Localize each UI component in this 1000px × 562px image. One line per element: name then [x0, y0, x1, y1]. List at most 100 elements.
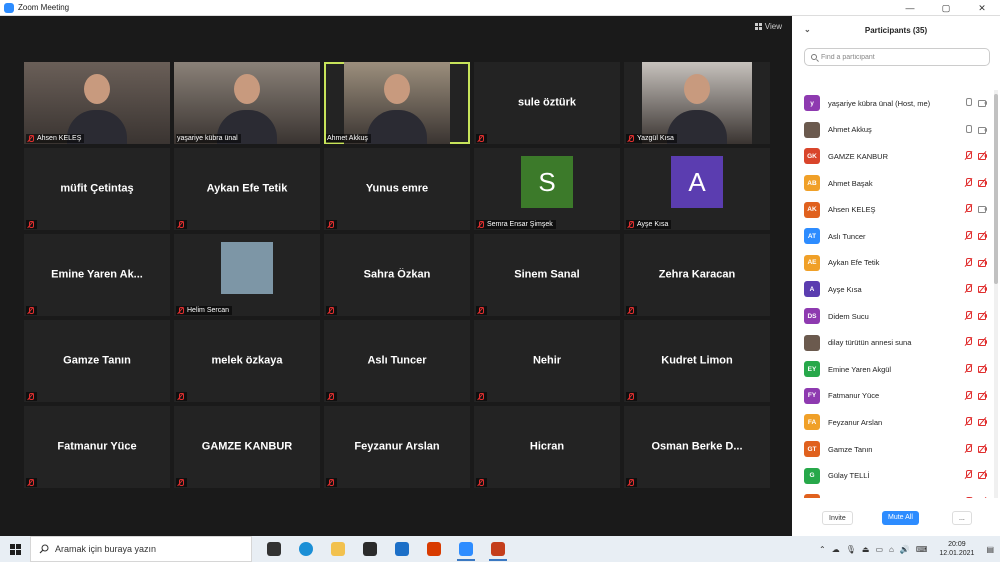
taskbar-app-store[interactable] — [358, 537, 382, 561]
video-tile[interactable]: Gamze Tanın — [24, 320, 170, 402]
language-icon[interactable]: ⌨ — [916, 545, 928, 554]
mic-muted-icon[interactable] — [964, 443, 972, 453]
video-off-icon[interactable] — [978, 417, 988, 427]
mic-muted-icon[interactable] — [964, 496, 972, 498]
video-tile[interactable]: Nehir — [474, 320, 620, 402]
mic-muted-icon[interactable] — [964, 310, 972, 320]
video-tile[interactable]: Ahmet Akkuş — [324, 62, 470, 144]
video-tile[interactable]: Yunus emre — [324, 148, 470, 230]
usb-icon[interactable]: ⏏ — [862, 545, 870, 554]
participant-row[interactable]: GT Gamze Tanın — [792, 436, 992, 463]
video-tile[interactable]: Aslı Tuncer — [324, 320, 470, 402]
taskbar-app-file-explorer[interactable] — [326, 537, 350, 561]
microphone-icon[interactable]: 🎙 — [846, 545, 856, 554]
video-tile[interactable]: Sinem Sanal — [474, 234, 620, 316]
mic-muted-icon[interactable] — [964, 470, 972, 479]
video-tile[interactable]: Fatmanur Yüce — [24, 406, 170, 488]
participant-row[interactable]: G Gülay TELLİ — [792, 462, 992, 489]
mic-muted-icon[interactable] — [964, 363, 972, 373]
volume-icon[interactable]: 🔊 — [900, 545, 910, 554]
taskbar-app-edge[interactable] — [294, 537, 318, 561]
video-off-icon[interactable] — [978, 310, 988, 320]
video-tile[interactable]: Yazgül Kısa — [624, 62, 770, 144]
close-button[interactable]: ✕ — [964, 0, 1000, 16]
video-off-icon[interactable] — [978, 257, 988, 267]
video-off-icon[interactable] — [978, 230, 988, 241]
network-icon[interactable]: ⌂ — [889, 545, 894, 554]
video-tile[interactable]: Osman Berke D... — [624, 406, 770, 488]
cloud-icon[interactable]: ☁ — [832, 545, 840, 554]
video-tile[interactable]: S Semra Ensar Şimşek — [474, 148, 620, 230]
participant-row[interactable]: y yaşariye kübra ünal (Host, me) — [792, 90, 992, 117]
participant-row[interactable]: AT Aslı Tuncer — [792, 223, 992, 250]
mic-muted-icon[interactable] — [964, 204, 972, 213]
collapse-chevron-icon[interactable]: ⌄ — [804, 25, 811, 34]
participant-scrollbar[interactable] — [994, 90, 998, 498]
video-tile[interactable]: Sahra Özkan — [324, 234, 470, 316]
participant-row[interactable]: DS Didem Sucu — [792, 303, 992, 330]
video-tile[interactable]: Feyzanur Arslan — [324, 406, 470, 488]
battery-icon[interactable]: ▭ — [875, 545, 883, 554]
video-off-icon[interactable] — [978, 496, 988, 498]
video-off-icon[interactable] — [978, 390, 988, 400]
video-off-icon[interactable] — [978, 151, 988, 161]
mic-muted-icon[interactable] — [964, 417, 972, 426]
video-off-icon[interactable] — [978, 337, 988, 347]
video-icon[interactable] — [978, 204, 988, 214]
video-icon[interactable] — [978, 125, 988, 134]
chevron-up-icon[interactable]: ⌃ — [819, 545, 826, 554]
mic-muted-icon[interactable] — [964, 151, 972, 160]
mic-muted-icon[interactable] — [964, 284, 972, 293]
mic-muted-icon[interactable] — [964, 390, 972, 400]
taskbar-app-mail[interactable] — [390, 537, 414, 561]
mute-all-button[interactable]: Mute All — [882, 511, 919, 525]
notification-icon[interactable]: ▤ — [986, 545, 994, 554]
participant-row[interactable]: AK Ahsen KELEŞ — [792, 196, 992, 223]
video-icon[interactable] — [978, 98, 988, 107]
taskbar-app-powerpoint[interactable] — [486, 537, 510, 561]
minimize-button[interactable]: — — [892, 0, 928, 16]
participant-row[interactable]: EY Emine Yaren Akgül — [792, 356, 992, 383]
view-button[interactable]: View — [754, 22, 782, 31]
video-off-icon[interactable] — [978, 443, 988, 453]
invite-button[interactable]: Invite — [822, 511, 853, 525]
participant-row[interactable]: FY Fatmanur Yüce — [792, 383, 992, 410]
taskbar-app-zoom[interactable] — [454, 537, 478, 561]
participant-row[interactable]: Ahmet Akkuş — [792, 117, 992, 144]
video-tile[interactable]: A Ayşe Kısa — [624, 148, 770, 230]
taskbar-app-office[interactable] — [422, 537, 446, 561]
video-off-icon[interactable] — [978, 284, 988, 294]
video-tile[interactable]: sule öztürk — [474, 62, 620, 144]
video-tile[interactable]: müfit Çetintaş — [24, 148, 170, 230]
mic-muted-icon[interactable] — [964, 230, 972, 240]
video-off-icon[interactable] — [978, 470, 988, 480]
video-tile[interactable]: Hicran — [474, 406, 620, 488]
participant-row[interactable]: dilay türütün annesi suna — [792, 329, 992, 356]
more-button[interactable]: ... — [952, 511, 972, 525]
video-tile[interactable]: Ahsen KELEŞ — [24, 62, 170, 144]
participant-row[interactable]: HBHazar Başkaya — [792, 489, 992, 498]
participant-search-input[interactable] — [821, 53, 971, 61]
participant-row[interactable]: AB Ahmet Başak — [792, 170, 992, 197]
start-button[interactable] — [0, 536, 30, 562]
taskbar-app-task-view[interactable] — [262, 537, 286, 561]
video-off-icon[interactable] — [978, 363, 988, 373]
mic-muted-icon[interactable] — [964, 177, 972, 187]
clock[interactable]: 20:09 12.01.2021 — [939, 540, 974, 558]
participant-row[interactable]: GK GAMZE KANBUR — [792, 143, 992, 170]
video-tile[interactable]: Emine Yaren Ak... — [24, 234, 170, 316]
video-tile[interactable]: GAMZE KANBUR — [174, 406, 320, 488]
mic-muted-icon[interactable] — [964, 257, 972, 267]
participant-row[interactable]: FA Feyzanur Arslan — [792, 409, 992, 436]
video-tile[interactable]: Zehra Karacan — [624, 234, 770, 316]
video-tile[interactable]: Helim Sercan — [174, 234, 320, 316]
video-tile[interactable]: Aykan Efe Tetik — [174, 148, 320, 230]
participant-row[interactable]: AE Aykan Efe Tetik — [792, 250, 992, 277]
mic-icon[interactable] — [964, 98, 972, 107]
video-tile[interactable]: melek özkaya — [174, 320, 320, 402]
mic-muted-icon[interactable] — [964, 337, 972, 346]
taskbar-search[interactable]: Aramak için buraya yazın — [30, 536, 252, 562]
video-off-icon[interactable] — [978, 177, 988, 187]
participant-search[interactable] — [804, 48, 990, 66]
maximize-button[interactable]: ▢ — [928, 0, 964, 16]
